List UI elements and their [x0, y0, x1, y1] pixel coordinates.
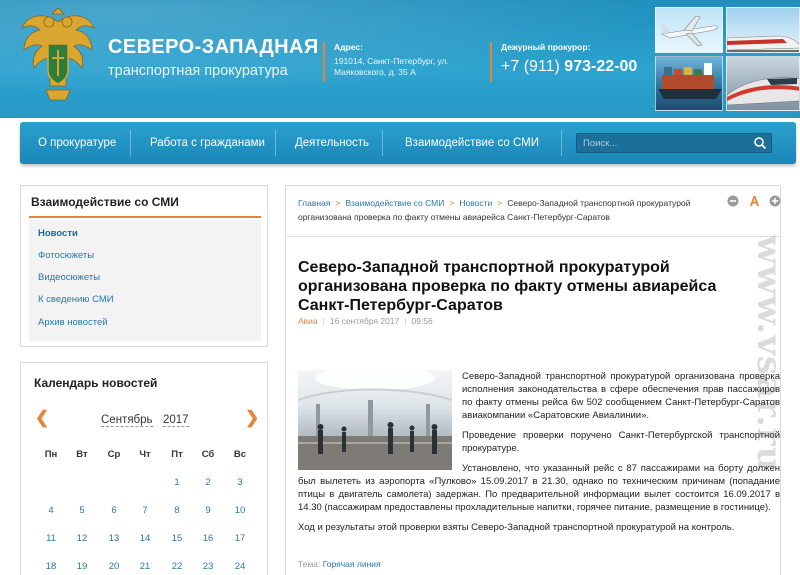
duty-label: Дежурный прокурор: — [501, 42, 591, 52]
zoom-out-icon[interactable] — [727, 195, 739, 207]
sidebar-menu: Новости Фотосюжеты Видеосюжеты К сведени… — [29, 220, 261, 341]
main-nav: О прокуратуре Работа с гражданами Деятел… — [20, 122, 796, 164]
nav-item-citizens[interactable]: Работа с гражданами — [150, 122, 265, 164]
sidebar-item-photo-stories[interactable]: Фотосюжеты — [38, 250, 94, 261]
article-paragraph: Ход и результаты этой проверки взяты Сев… — [298, 522, 735, 533]
article-meta: Авиа | 16 сентября 2017 | 09:56 — [298, 316, 433, 326]
calendar-day[interactable]: 10 — [225, 505, 255, 516]
sidebar-item-media-notice[interactable]: К сведению СМИ — [38, 294, 114, 305]
sidebar-item-news-archive[interactable]: Архив новостей — [38, 317, 108, 328]
calendar-title: Календарь новостей — [34, 376, 158, 390]
address-text: 191014, Санкт-Петербург, ул. Маяковского… — [334, 56, 474, 78]
calendar-day[interactable]: 15 — [162, 533, 192, 544]
site-header: СЕВЕРО-ЗАПАДНАЯ транспортная прокуратура… — [0, 0, 800, 118]
nav-item-about[interactable]: О прокуратуре — [38, 122, 116, 164]
calendar-weekday: Сб — [201, 449, 215, 460]
site-title[interactable]: СЕВЕРО-ЗАПАДНАЯ — [108, 36, 319, 59]
airplane-photo — [655, 7, 723, 53]
calendar-day[interactable]: 19 — [67, 561, 97, 572]
sidebar-item-news[interactable]: Новости — [38, 228, 78, 239]
breadcrumb-news[interactable]: Новости — [459, 198, 492, 208]
theme-label: Тема: — [298, 559, 321, 569]
news-calendar: Календарь новостей ❮ Сентябрь 2017 ❯ Пн В… — [20, 362, 268, 575]
article-title: Северо-Западной транспортной прокуратуро… — [298, 259, 717, 314]
nav-separator — [275, 130, 276, 156]
nav-separator — [382, 130, 383, 156]
calendar-day[interactable]: 8 — [162, 505, 192, 516]
calendar-day[interactable]: 3 — [225, 477, 255, 488]
calendar-day[interactable]: 14 — [130, 533, 160, 544]
calendar-day[interactable]: 13 — [99, 533, 129, 544]
article-date: 16 сентября 2017 — [329, 316, 400, 326]
calendar-weekday: Ср — [107, 449, 121, 460]
duty-prosecutor-block: Дежурный прокурор: +7 (911) 973-22-00 — [490, 42, 637, 82]
calendar-day[interactable]: 6 — [99, 505, 129, 516]
search-icon[interactable] — [753, 136, 767, 150]
breadcrumb-separator: > — [449, 198, 455, 208]
nav-separator — [561, 130, 562, 156]
calendar-day[interactable]: 16 — [193, 533, 223, 544]
breadcrumb-separator: > — [335, 198, 341, 208]
divider — [286, 236, 780, 237]
phone-number: 973-22-00 — [564, 58, 638, 75]
calendar-weekday: Пн — [44, 449, 58, 460]
article-time: 09:56 — [411, 316, 433, 326]
site-subtitle[interactable]: транспортная прокуратура — [108, 63, 288, 79]
ship-photo — [655, 56, 723, 111]
media-sidebar: Взаимодействие со СМИ Новости Фотосюжеты… — [20, 185, 268, 347]
calendar-day[interactable]: 24 — [225, 561, 255, 572]
calendar-day[interactable]: 20 — [99, 561, 129, 572]
calendar-day[interactable]: 1 — [162, 477, 192, 488]
article-rubric[interactable]: Авиа — [298, 316, 318, 326]
article-panel: Главная > Взаимодействие со СМИ > Новости > Се… — [285, 185, 781, 575]
calendar-year-select[interactable]: 2017 — [163, 414, 189, 427]
breadcrumb-home[interactable]: Главная — [298, 198, 330, 208]
train-photo — [726, 7, 800, 53]
highspeed-train-photo — [726, 56, 800, 111]
calendar-day[interactable]: 21 — [130, 561, 160, 572]
calendar-day[interactable]: 4 — [36, 505, 66, 516]
calendar-month-select[interactable]: Сентябрь — [101, 414, 153, 427]
address-label: Адрес: — [334, 42, 363, 52]
calendar-day[interactable]: 7 — [130, 505, 160, 516]
calendar-day[interactable]: 23 — [193, 561, 223, 572]
search-box — [576, 133, 772, 153]
calendar-day[interactable]: 22 — [162, 561, 192, 572]
calendar-day[interactable]: 12 — [67, 533, 97, 544]
calendar-day[interactable]: 5 — [67, 505, 97, 516]
transport-photo-collage — [655, 7, 800, 111]
phone-prefix: +7 (911) — [501, 58, 565, 75]
calendar-next-icon[interactable]: ❯ — [245, 408, 259, 428]
calendar-weekday: Чт — [139, 449, 151, 460]
calendar-day[interactable]: 17 — [225, 533, 255, 544]
nav-separator — [130, 130, 131, 156]
breadcrumb-separator: > — [497, 198, 503, 208]
calendar-weekday: Пт — [171, 449, 183, 460]
duty-phone[interactable]: +7 (911) 973-22-00 — [501, 58, 637, 76]
article-theme: Тема: Горячая линия — [298, 559, 381, 569]
calendar-day[interactable]: 2 — [193, 477, 223, 488]
prosecutor-emblem-icon[interactable] — [18, 8, 98, 104]
font-size-icon[interactable] — [749, 195, 761, 207]
sidebar-item-video-stories[interactable]: Видеосюжеты — [38, 272, 100, 283]
calendar-day[interactable]: 11 — [36, 533, 66, 544]
calendar-prev-icon[interactable]: ❮ — [35, 408, 49, 428]
calendar-day[interactable]: 18 — [36, 561, 66, 572]
address-line: Маяковского, д. 35 А — [334, 67, 416, 77]
breadcrumb: Главная > Взаимодействие со СМИ > Новости > Се… — [298, 196, 708, 224]
theme-link[interactable]: Горячая линия — [323, 559, 381, 569]
search-input[interactable] — [577, 134, 747, 152]
article-body: Северо-Западной транспортной прокуратуро… — [298, 370, 780, 541]
calendar-weekday: Вт — [76, 449, 88, 460]
calendar-day[interactable]: 9 — [193, 505, 223, 516]
address-block: Адрес: 191014, Санкт-Петербург, ул. Маяк… — [323, 42, 474, 82]
breadcrumb-media[interactable]: Взаимодействие со СМИ — [345, 198, 444, 208]
calendar-weekday: Вс — [233, 449, 247, 460]
sidebar-title-underline — [29, 216, 261, 218]
address-line: 191014, Санкт-Петербург, ул. — [334, 56, 449, 66]
zoom-in-icon[interactable] — [769, 195, 781, 207]
nav-item-media[interactable]: Взаимодействие со СМИ — [405, 122, 539, 164]
sidebar-title: Взаимодействие со СМИ — [31, 195, 179, 209]
nav-item-activity[interactable]: Деятельность — [295, 122, 369, 164]
